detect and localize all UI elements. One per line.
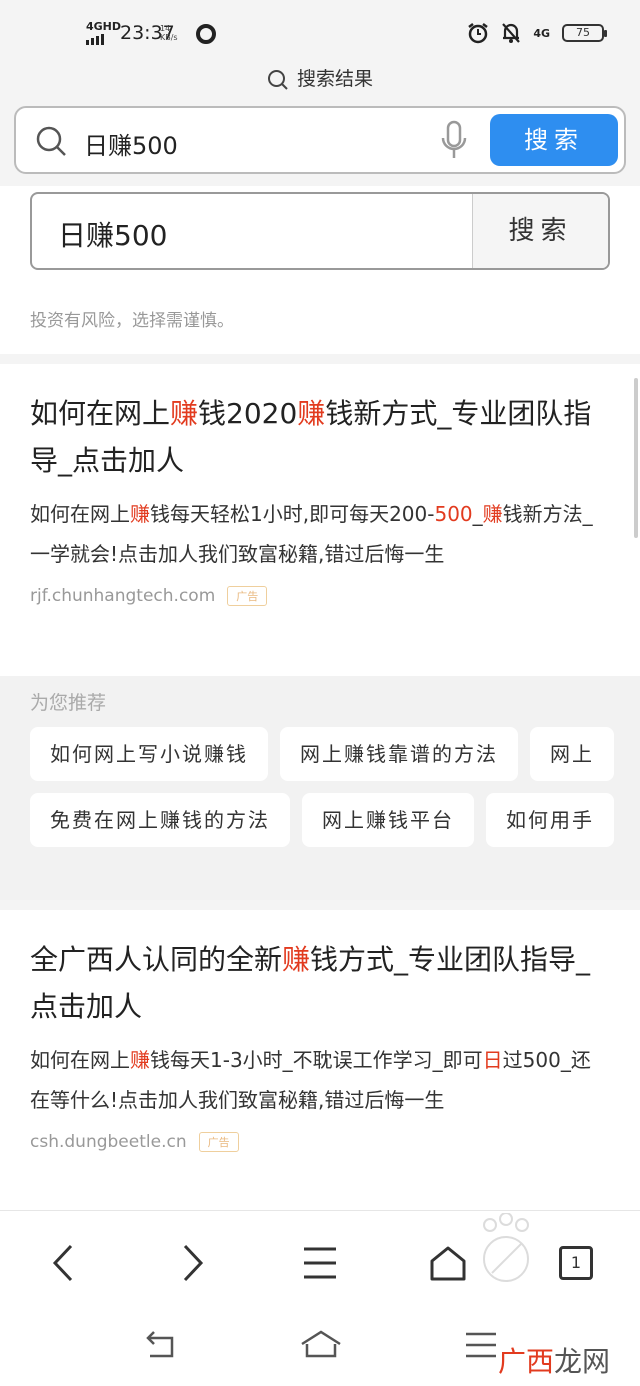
inline-search-button[interactable]: 搜索 [472, 194, 608, 268]
result-title[interactable]: 如何在网上赚钱2020赚钱新方式_专业团队指导_点击加人 [30, 390, 640, 484]
page-title: 搜索结果 [0, 64, 640, 91]
forward-button[interactable] [168, 1239, 216, 1287]
back-button[interactable] [40, 1239, 88, 1287]
recommend-chip[interactable]: 网上 [530, 727, 614, 781]
system-home-icon[interactable] [300, 1330, 342, 1360]
results-list[interactable]: 日赚500 搜索 投资有风险，选择需谨慎。 如何在网上赚钱2020赚钱新方式_专… [0, 186, 640, 1210]
recommend-chip[interactable]: 免费在网上赚钱的方法 [30, 793, 290, 847]
result-source: csh.dungbeetle.cn 广告 [30, 1132, 640, 1152]
menu-icon [304, 1247, 336, 1279]
recommend-section: 为您推荐 如何网上写小说赚钱 网上赚钱靠谱的方法 网上 免费在网上赚钱的方法 网… [0, 676, 640, 900]
network-type: 4GHD [86, 20, 122, 33]
risk-notice: 投资有风险，选择需谨慎。 [30, 311, 234, 331]
source-url: csh.dungbeetle.cn [30, 1132, 187, 1152]
speed-value: 14 [160, 24, 171, 33]
result-source: rjf.chunhangtech.com 广告 [30, 586, 640, 606]
paw-watermark-icon [483, 1213, 529, 1282]
chevron-left-icon [52, 1244, 73, 1282]
battery-icon: 75 [562, 24, 607, 42]
search-button[interactable]: 搜索 [490, 114, 618, 166]
speed-unit: KB/s [160, 33, 178, 42]
recommend-chip[interactable]: 如何用手 [486, 793, 614, 847]
chevron-right-icon [183, 1244, 204, 1282]
microphone-icon[interactable] [440, 120, 468, 162]
result-search-card: 日赚500 搜索 投资有风险，选择需谨慎。 [0, 186, 640, 354]
source-url: rjf.chunhangtech.com [30, 586, 216, 606]
result-description: 如何在网上赚钱每天1-3小时_不耽误工作学习_即可日过500_还在等什么!点击加… [30, 1048, 591, 1112]
battery-level: 75 [576, 26, 590, 39]
result-title[interactable]: 全广西人认同的全新赚钱方式_专业团队指导_点击加人 [30, 936, 640, 1030]
system-back-icon[interactable] [144, 1330, 176, 1360]
search-icon [267, 69, 288, 90]
search-icon [36, 126, 66, 156]
signal-icon [86, 34, 104, 45]
system-recents-icon[interactable] [464, 1330, 498, 1360]
site-watermark: 广西龙网 [497, 1345, 610, 1378]
result-card[interactable]: 如何在网上赚钱2020赚钱新方式_专业团队指导_点击加人 如何在网上赚钱每天轻松… [0, 364, 640, 676]
inline-search-input[interactable]: 日赚500 [58, 214, 167, 254]
search-query[interactable]: 日赚500 [84, 126, 178, 161]
network-4g: 4G [533, 26, 550, 40]
recommend-chip[interactable]: 如何网上写小说赚钱 [30, 727, 268, 781]
recommend-chip[interactable]: 网上赚钱平台 [302, 793, 474, 847]
status-bar: 4GHD 23:37 14 KB/s 4G 75 [0, 0, 640, 62]
home-button[interactable] [424, 1239, 472, 1287]
tabs-count: 1 [559, 1246, 593, 1280]
result-description: 如何在网上赚钱每天轻松1小时,即可每天200-500_赚钱新方法_一学就会!点击… [30, 502, 593, 566]
ad-badge: 广告 [227, 586, 268, 606]
tabs-button[interactable]: 1 [552, 1239, 600, 1287]
result-card[interactable]: 全广西人认同的全新赚钱方式_专业团队指导_点击加人 如何在网上赚钱每天1-3小时… [0, 910, 640, 1210]
scrollbar[interactable] [634, 378, 638, 538]
recommend-title: 为您推荐 [30, 692, 107, 714]
browser-toolbar: 1 [0, 1210, 640, 1310]
recommend-row: 如何网上写小说赚钱 网上赚钱靠谱的方法 网上 [30, 727, 640, 781]
inline-search-box[interactable]: 日赚500 搜索 [30, 192, 610, 270]
mute-bell-icon [502, 23, 521, 43]
ad-badge: 广告 [198, 1132, 239, 1152]
network-speed: 14 KB/s [160, 24, 178, 42]
home-icon [430, 1246, 466, 1281]
top-search-bar[interactable]: 日赚500 搜索 [14, 106, 626, 174]
alarm-icon [468, 23, 489, 44]
recommend-chip[interactable]: 网上赚钱靠谱的方法 [280, 727, 518, 781]
menu-button[interactable] [296, 1239, 344, 1287]
page-title-text: 搜索结果 [296, 68, 373, 90]
recommend-row: 免费在网上赚钱的方法 网上赚钱平台 如何用手 [30, 793, 640, 847]
app-notification-icon [196, 24, 216, 44]
